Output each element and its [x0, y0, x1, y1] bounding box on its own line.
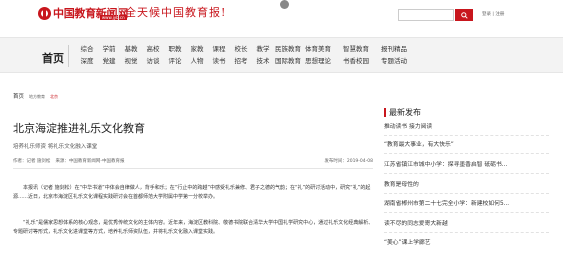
search-input[interactable]	[398, 9, 454, 21]
article-paragraph: 本报讯（记者 施剑松）在“中华书道”中体会自律做人，背手和乐；在“行止中的跨越”…	[13, 185, 371, 200]
nav-item[interactable]: 家教	[187, 45, 207, 54]
nav-item[interactable]: 职教	[165, 45, 185, 54]
sidebar-divider	[384, 173, 549, 174]
nav-item[interactable]: 教学	[253, 45, 273, 54]
article-date: 发布时间：2019-04-08	[324, 159, 373, 164]
nav-item[interactable]: 基教	[121, 45, 141, 54]
breadcrumb-current[interactable]: 北京	[50, 94, 58, 100]
nav-item[interactable]: 人物	[187, 57, 207, 66]
search-button[interactable]	[455, 9, 473, 21]
sidebar-news-link[interactable]: 推动读书 接力阅读	[384, 123, 549, 132]
article-meta: 作者：记者 施剑松 来源：中国教育新闻网-中国教育报 发布时间：2019-04-…	[13, 158, 373, 164]
nav-item[interactable]: 体育美育	[305, 45, 340, 54]
sidebar-title: 最新发布	[389, 107, 421, 117]
login-register-link[interactable]: 登录 | 注册	[482, 11, 504, 17]
nav-item[interactable]: 书香校园	[343, 57, 378, 66]
logo-mark-icon	[38, 6, 51, 20]
site-logo[interactable]: 中国教育新闻网 www.jyb.cn	[38, 5, 128, 21]
nav-item[interactable]: 课程	[209, 45, 229, 54]
search-icon	[460, 11, 468, 19]
article-source: 来源：中国教育新闻网-中国教育报	[55, 159, 125, 164]
breadcrumb: 首页 地方教育 北京	[13, 92, 58, 100]
nav-item[interactable]: 技术	[253, 57, 273, 66]
article-author: 作者：记者 施剑松	[13, 159, 51, 164]
article: 北京海淀推进礼乐文化教育 培养礼乐师资 将礼乐文化融入课堂 作者：记者 施剑松 …	[13, 120, 373, 235]
sidebar-accent-bar	[384, 107, 386, 117]
nav-item[interactable]: 读书	[209, 57, 229, 66]
site-slogan: 全天候中国教育报!	[118, 6, 226, 20]
nav-item[interactable]: 访谈	[143, 57, 163, 66]
breadcrumb-home[interactable]: 首页	[13, 92, 24, 100]
nav-home[interactable]: 首页	[42, 50, 64, 66]
nav-item[interactable]: 思想理论	[305, 57, 340, 66]
sidebar-news-link[interactable]: “美心”课上学廊艺	[384, 239, 549, 248]
nav-special-grid: 体育美育 智慧教育 报刊精品 思想理论 书香校园 专题活动	[305, 45, 492, 66]
sidebar-divider	[384, 232, 549, 233]
nav-item[interactable]: 国际教育	[275, 57, 301, 66]
nav-item[interactable]: 综合	[77, 45, 97, 54]
main-nav: 首页 综合 学前 基教 高校 职教 家教 课程 校长 教学 民族教育 深度 党建…	[0, 37, 563, 73]
article-title: 北京海淀推进礼乐文化教育	[13, 122, 145, 135]
nav-item[interactable]: 校长	[231, 45, 251, 54]
sidebar-news-link[interactable]: 教育是母性的	[384, 181, 549, 190]
latest-sidebar: 最新发布 推动读书 接力阅读 “教育最大事业，有大快乐” 江苏省镇江市城中小学：…	[384, 106, 554, 246]
nav-item[interactable]: 民族教育	[275, 45, 301, 54]
nav-channel-grid: 综合 学前 基教 高校 职教 家教 课程 校长 教学 民族教育 深度 党建 视觉…	[77, 45, 302, 66]
sidebar-news-link[interactable]: 湖南省郴州市第二十七完全小学：新建校如何5...	[384, 200, 549, 209]
nav-item[interactable]: 报刊精品	[381, 45, 416, 54]
sidebar-divider	[384, 193, 549, 194]
article-divider	[13, 168, 373, 169]
nav-item[interactable]: 评论	[165, 57, 185, 66]
nav-item[interactable]: 学前	[99, 45, 119, 54]
sidebar-divider	[384, 212, 549, 213]
nav-item[interactable]: 专题活动	[381, 57, 416, 66]
partial-circle-icon	[280, 0, 289, 9]
article-paragraph: “礼乐”是儒家思想体系的核心观念，是优秀传统文化的主体内容。近年来，海淀区教科院…	[13, 220, 374, 235]
sidebar-news-link[interactable]: 读不尽的同志爱寄大新越	[384, 220, 549, 229]
site-header: 中国教育新闻网 www.jyb.cn 全天候中国教育报! 登录 | 注册	[0, 0, 563, 28]
sidebar-header: 最新发布	[384, 106, 554, 118]
nav-item[interactable]: 党建	[99, 57, 119, 66]
nav-item[interactable]: 深度	[77, 57, 97, 66]
sidebar-divider	[384, 153, 549, 154]
nav-item[interactable]: 高校	[143, 45, 163, 54]
sidebar-divider	[384, 135, 549, 136]
nav-item[interactable]: 智慧教育	[343, 45, 378, 54]
nav-item[interactable]: 招考	[231, 57, 251, 66]
sidebar-news-link[interactable]: 江苏省镇江市城中小学：探寻墨香启智 砥砺书...	[384, 161, 549, 170]
nav-divider	[68, 45, 69, 67]
sidebar-news-link[interactable]: “教育最大事业，有大快乐”	[384, 141, 549, 150]
article-subtitle: 培养礼乐师资 将礼乐文化融入课堂	[13, 144, 98, 150]
nav-item[interactable]: 视觉	[121, 57, 141, 66]
breadcrumb-section[interactable]: 地方教育	[29, 94, 45, 100]
